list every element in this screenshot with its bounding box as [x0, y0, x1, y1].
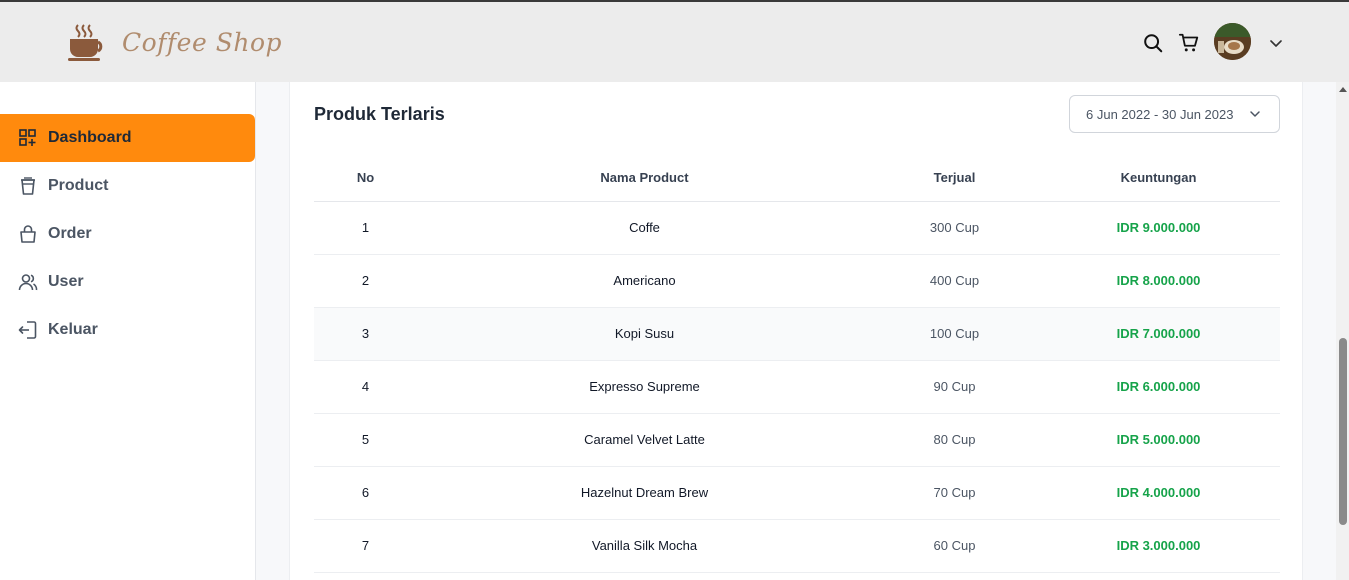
card-title: Produk Terlaris: [314, 104, 445, 124]
cell-product-name: Caramel Velvet Latte: [417, 413, 872, 467]
sidebar-item-label: Dashboard: [48, 129, 132, 146]
avatar-photo: [1214, 23, 1251, 60]
cell-sold: 60 Cup: [872, 519, 1037, 573]
cell-no: 1: [314, 201, 417, 255]
search-icon[interactable]: [1142, 32, 1164, 54]
sidebar-item-dashboard[interactable]: Dashboard: [0, 114, 255, 162]
sidebar-item-label: User: [48, 273, 84, 290]
cell-sold: 100 Cup: [872, 307, 1037, 361]
column-header-profit: Keuntungan: [1037, 155, 1280, 202]
sidebar-item-label: Order: [48, 225, 92, 242]
table-header-row: No Nama Product Terjual Keuntungan: [314, 155, 1280, 202]
table-row[interactable]: 1 Coffe 300 Cup IDR 9.000.000: [314, 201, 1280, 255]
chevron-down-icon[interactable]: [1268, 35, 1284, 51]
logout-icon: [18, 321, 37, 339]
cell-sold: 70 Cup: [872, 466, 1037, 520]
products-table: No Nama Product Terjual Keuntungan 1 Cof…: [314, 155, 1280, 573]
top-header: Coffee Shop: [0, 2, 1349, 82]
scroll-thumb[interactable]: [1339, 338, 1347, 525]
column-header-no: No: [314, 155, 417, 202]
cell-profit: IDR 4.000.000: [1037, 466, 1280, 520]
scroll-up-arrow-icon[interactable]: [1339, 87, 1347, 92]
cell-no: 6: [314, 466, 417, 520]
cell-profit: IDR 3.000.000: [1037, 519, 1280, 573]
cup-icon: [21, 177, 35, 195]
cell-no: 2: [314, 254, 417, 308]
date-range-picker[interactable]: 6 Jun 2022 - 30 Jun 2023: [1069, 95, 1280, 133]
cell-product-name: Americano: [417, 254, 872, 308]
dashboard-icon: [19, 129, 36, 146]
sidebar-item-product[interactable]: Product: [0, 162, 255, 210]
table-row[interactable]: 6 Hazelnut Dream Brew 70 Cup IDR 4.000.0…: [314, 466, 1280, 520]
cell-no: 7: [314, 519, 417, 573]
date-range-text: 6 Jun 2022 - 30 Jun 2023: [1086, 106, 1234, 122]
sidebar-item-order[interactable]: Order: [0, 210, 255, 258]
column-header-sold: Terjual: [872, 155, 1037, 202]
cell-product-name: Kopi Susu: [417, 307, 872, 361]
column-header-name: Nama Product: [417, 155, 872, 202]
cell-profit: IDR 7.000.000: [1037, 307, 1280, 361]
table-row[interactable]: 7 Vanilla Silk Mocha 60 Cup IDR 3.000.00…: [314, 519, 1280, 573]
sidebar-item-label: Product: [48, 177, 109, 194]
chevron-down-icon: [1250, 111, 1260, 117]
cell-sold: 90 Cup: [872, 360, 1037, 414]
cell-sold: 300 Cup: [872, 201, 1037, 255]
users-icon: [18, 274, 38, 291]
cell-sold: 400 Cup: [872, 254, 1037, 308]
table-row[interactable]: 5 Caramel Velvet Latte 80 Cup IDR 5.000.…: [314, 413, 1280, 467]
sidebar-item-keluar[interactable]: Keluar: [0, 306, 255, 354]
cart-icon[interactable]: [1178, 32, 1200, 54]
table-row[interactable]: 3 Kopi Susu 100 Cup IDR 7.000.000: [314, 307, 1280, 361]
user-avatar[interactable]: [1214, 23, 1251, 60]
cell-sold: 80 Cup: [872, 413, 1037, 467]
cell-product-name: Coffe: [417, 201, 872, 255]
sidebar-item-label: Keluar: [48, 321, 98, 338]
cell-no: 5: [314, 413, 417, 467]
coffee-cup-logo-icon: [68, 24, 103, 61]
cell-no: 3: [314, 307, 417, 361]
cell-profit: IDR 5.000.000: [1037, 413, 1280, 467]
table-row[interactable]: 2 Americano 400 Cup IDR 8.000.000: [314, 254, 1280, 308]
page-scrollbar[interactable]: [1336, 82, 1349, 580]
cell-product-name: Hazelnut Dream Brew: [417, 466, 872, 520]
cell-no: 4: [314, 360, 417, 414]
cell-product-name: Vanilla Silk Mocha: [417, 519, 872, 573]
cell-profit: IDR 9.000.000: [1037, 201, 1280, 255]
best-selling-card: Produk Terlaris 6 Jun 2022 - 30 Jun 2023…: [289, 82, 1303, 580]
bag-icon: [20, 225, 36, 243]
table-row[interactable]: 4 Expresso Supreme 90 Cup IDR 6.000.000: [314, 360, 1280, 414]
sidebar: Dashboard Product Order User Keluar: [0, 82, 256, 580]
cell-profit: IDR 6.000.000: [1037, 360, 1280, 414]
logo-text: Coffee Shop: [122, 27, 283, 57]
cell-product-name: Expresso Supreme: [417, 360, 872, 414]
cell-profit: IDR 8.000.000: [1037, 254, 1280, 308]
sidebar-item-user[interactable]: User: [0, 258, 255, 306]
logo[interactable]: Coffee Shop: [66, 22, 282, 62]
